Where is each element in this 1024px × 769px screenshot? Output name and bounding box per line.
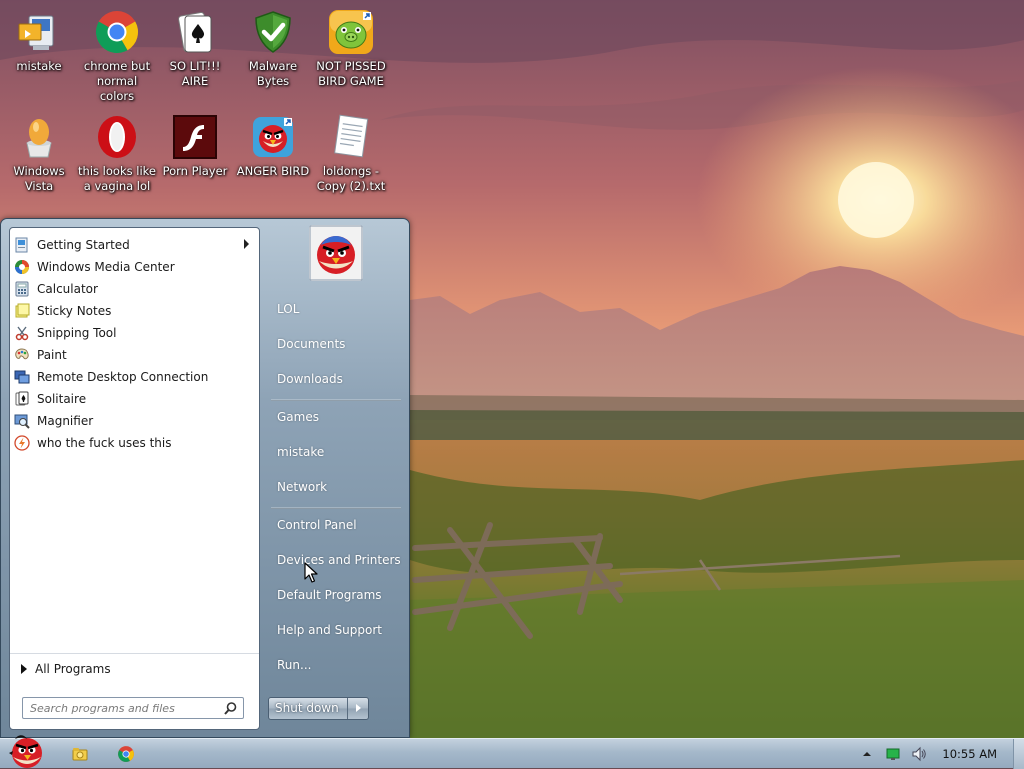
desktop-icon-not-pissed-bird[interactable]: NOT PISSED BIRD GAME [312,8,390,89]
desktop-icon-windows-vista[interactable]: Windows Vista [0,113,78,194]
calculator-icon [14,281,30,297]
angry-bird-start-icon [9,735,42,768]
mouse-cursor-icon [304,562,318,583]
opera-icon [93,113,141,161]
start-link-lol[interactable]: LOL [269,296,401,322]
taskbar-clock[interactable]: 10:55 AM [942,747,997,761]
program-calculator[interactable]: Calculator [10,278,259,300]
text-file-icon [327,113,375,161]
network-icon[interactable] [885,746,901,762]
right-pane-separator [271,507,401,509]
angry-bird-icon [249,113,297,161]
malwarebytes-shield-icon [249,8,297,56]
program-snipping-tool[interactable]: Snipping Tool [10,322,259,344]
explorer-icon [72,748,88,761]
start-link-network[interactable]: Network [269,474,401,500]
desktop-icon-solitaire[interactable]: SO LIT!!! AIRE [156,8,234,89]
volume-icon[interactable] [911,746,927,762]
program-solitaire[interactable]: Solitaire [10,388,259,410]
magnifier-icon [14,413,30,429]
desktop-icon-malwarebytes[interactable]: Malware Bytes [234,8,312,89]
start-link-control-panel[interactable]: Control Panel [269,512,401,538]
desktop-icon-chrome[interactable]: chrome but normal colors [78,8,156,104]
program-windows-media-center[interactable]: Windows Media Center [10,256,259,278]
program-who-uses-this[interactable]: who the fuck uses this [10,432,259,454]
flash-circle-icon [14,435,30,451]
start-button[interactable] [3,731,49,769]
start-link-downloads[interactable]: Downloads [269,366,401,392]
remote-desktop-icon [14,369,30,385]
egg-icon [15,113,63,161]
right-pane-separator [271,399,401,401]
all-programs-button[interactable]: All Programs [10,653,259,684]
desktop-icon-opera[interactable]: this looks like a vagina lol [78,113,156,194]
user-picture[interactable] [309,225,363,281]
start-menu: Getting Started Windows Media Center Cal… [0,218,410,738]
search-input[interactable] [23,698,222,718]
chrome-icon [118,746,134,762]
desktop-icon-porn-player[interactable]: Porn Player [156,113,234,179]
desktop-icon-loldongs-txt[interactable]: loldongs - Copy (2).txt [312,113,390,194]
media-center-icon [14,259,30,275]
sticky-notes-icon [14,303,30,319]
program-getting-started[interactable]: Getting Started [10,234,259,256]
start-link-mistake[interactable]: mistake [269,439,401,465]
shutdown-options-arrow-icon[interactable] [348,698,368,719]
shutdown-button[interactable]: Shut down [269,698,348,719]
submenu-arrow-icon[interactable] [244,239,249,249]
program-paint[interactable]: Paint [10,344,259,366]
program-sticky-notes[interactable]: Sticky Notes [10,300,259,322]
desktop-icon-anger-bird[interactable]: ANGER BIRD [234,113,312,179]
green-pig-icon [327,8,375,56]
taskbar-chrome-button[interactable] [114,742,138,766]
snipping-tool-icon [14,325,30,341]
start-link-devices-printers[interactable]: Devices and Printers [269,547,401,573]
taskbar-explorer-button[interactable] [68,742,92,766]
desktop-icon-mistake[interactable]: mistake [0,8,78,74]
start-link-games[interactable]: Games [269,404,401,430]
paint-icon [14,347,30,363]
chrome-icon [93,8,141,56]
search-icon[interactable] [223,701,238,716]
solitaire-icon [14,391,30,407]
flash-player-icon [171,113,219,161]
solitaire-card-icon [171,8,219,56]
show-hidden-icons-arrow-icon[interactable] [859,746,875,762]
show-desktop-button[interactable] [1013,739,1024,769]
pinned-programs-list: Getting Started Windows Media Center Cal… [10,228,259,454]
start-link-default-programs[interactable]: Default Programs [269,582,401,608]
start-menu-programs-pane: Getting Started Windows Media Center Cal… [9,227,260,730]
start-link-run[interactable]: Run... [269,652,401,678]
system-tray: 10:55 AM [854,739,1024,769]
program-remote-desktop[interactable]: Remote Desktop Connection [10,366,259,388]
taskbar: 10:55 AM [0,735,1024,769]
expand-arrow-icon [21,664,27,674]
start-link-documents[interactable]: Documents [269,331,401,357]
monitor-shortcut-icon [15,8,63,56]
shutdown-button-group: Shut down [268,697,369,720]
start-link-help-support[interactable]: Help and Support [269,617,401,643]
getting-started-icon [14,237,30,253]
program-magnifier[interactable]: Magnifier [10,410,259,432]
search-box [22,697,244,719]
